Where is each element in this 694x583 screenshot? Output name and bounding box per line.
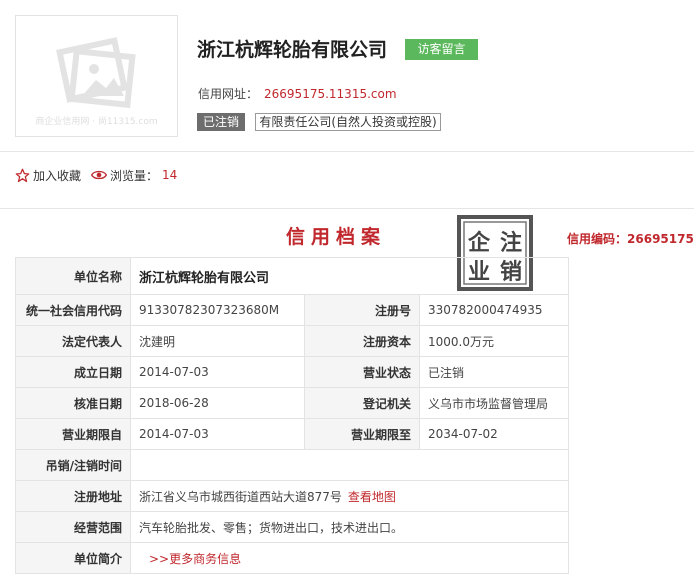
logo-caption: 商企业信用网 · 尚11315.com: [35, 117, 158, 127]
table-row: 统一社会信用代码 91330782307323680M 注册号 33078200…: [15, 294, 570, 326]
credit-site-link[interactable]: 26695175.11315.com: [264, 87, 397, 101]
table-row: 单位简介 >>更多商务信息: [15, 542, 570, 574]
add-favorite-label: 加入收藏: [33, 168, 82, 183]
business-scope-value: 汽车轮胎批发、零售；货物进出口，技术进出口。: [129, 511, 570, 543]
business-status-label: 营业状态: [304, 356, 420, 388]
visitor-message-button[interactable]: 访客留言: [405, 39, 478, 60]
table-row: 法定代表人 沈建明 注册资本 1000.0万元: [15, 325, 570, 357]
registration-authority-label: 登记机关: [304, 387, 420, 419]
credit-info-table: 单位名称 浙江杭辉轮胎有限公司 统一社会信用代码 913307823073236…: [15, 257, 570, 574]
credit-code-value: 26695175: [627, 232, 694, 246]
company-logo-placeholder: 商企业信用网 · 尚11315.com: [15, 15, 178, 137]
credit-archive-title: 信用档案: [286, 226, 387, 248]
uscc-label: 统一社会信用代码: [15, 294, 131, 326]
company-intro-label: 单位简介: [15, 542, 131, 574]
table-row: 核准日期 2018-06-28 登记机关 义乌市市场监督管理局: [15, 387, 570, 419]
credit-site-label: 信用网址：: [198, 87, 259, 101]
founded-date-value: 2014-07-03: [130, 356, 305, 388]
company-intro-cell: >>更多商务信息: [129, 542, 570, 574]
registered-address-value: 浙江省义乌市城西街道西站大道877号: [139, 489, 342, 504]
revoke-date-value: [129, 449, 570, 481]
more-business-info-link[interactable]: >>更多商务信息: [149, 552, 241, 566]
registration-number-label: 注册号: [304, 294, 420, 326]
table-row: 吊销/注销时间: [15, 449, 570, 481]
term-to-value: 2034-07-02: [418, 418, 570, 450]
uscc-value: 91330782307323680M: [130, 294, 305, 326]
stamp-char-2: 注: [500, 230, 522, 256]
company-header: 商企业信用网 · 尚11315.com 浙江杭辉轮胎有限公司 访客留言 信用网址…: [0, 0, 694, 152]
table-row: 营业期限自 2014-07-03 营业期限至 2034-07-02: [15, 418, 570, 450]
registered-address-cell: 浙江省义乌市城西街道西站大道877号 查看地图: [129, 480, 570, 512]
table-row: 经营范围 汽车轮胎批发、零售；货物进出口，技术进出口。: [15, 511, 570, 543]
term-to-label: 营业期限至: [304, 418, 420, 450]
view-count-label: 浏览量：: [110, 168, 159, 183]
add-favorite-button[interactable]: 加入收藏: [15, 167, 81, 183]
registered-capital-label: 注册资本: [304, 325, 420, 357]
credit-code-label: 信用编码：: [567, 232, 628, 246]
status-badge: 已注销: [197, 113, 245, 131]
term-from-label: 营业期限自: [15, 418, 131, 450]
company-type-badge: 有限责任公司(自然人投资或控股): [255, 113, 441, 131]
credit-site-row: 信用网址： 26695175.11315.com: [198, 85, 397, 102]
table-row: 注册地址 浙江省义乌市城西街道西站大道877号 查看地图: [15, 480, 570, 512]
approval-date-value: 2018-06-28: [130, 387, 305, 419]
legal-representative-value: 沈建明: [130, 325, 305, 357]
registration-number-value: 330782000474935: [418, 294, 570, 326]
company-name-value: 浙江杭辉轮胎有限公司: [129, 257, 570, 295]
business-status-value: 已注销: [418, 356, 570, 388]
view-map-link[interactable]: 查看地图: [348, 490, 396, 504]
approval-date-label: 核准日期: [15, 387, 131, 419]
company-title: 浙江杭辉轮胎有限公司: [197, 39, 388, 61]
founded-date-label: 成立日期: [15, 356, 131, 388]
table-row: 成立日期 2014-07-03 营业状态 已注销: [15, 356, 570, 388]
company-name-label: 单位名称: [15, 257, 131, 295]
view-count-value: 14: [162, 168, 178, 182]
credit-code: 信用编码：26695175: [567, 230, 694, 247]
business-scope-label: 经营范围: [15, 511, 131, 543]
term-from-value: 2014-07-03: [130, 418, 305, 450]
registered-capital-value: 1000.0万元: [418, 325, 570, 357]
star-icon: [15, 168, 30, 182]
action-toolbar: 加入收藏 浏览量： 14: [0, 153, 694, 209]
view-count: 浏览量： 14: [91, 167, 177, 183]
legal-representative-label: 法定代表人: [15, 325, 131, 357]
stamp-char-1: 企: [467, 230, 491, 256]
table-row: 单位名称 浙江杭辉轮胎有限公司: [15, 257, 570, 295]
registration-authority-value: 义乌市市场监督管理局: [418, 387, 570, 419]
revoke-date-label: 吊销/注销时间: [15, 449, 131, 481]
eye-icon: [91, 170, 107, 180]
registered-address-label: 注册地址: [15, 480, 131, 512]
